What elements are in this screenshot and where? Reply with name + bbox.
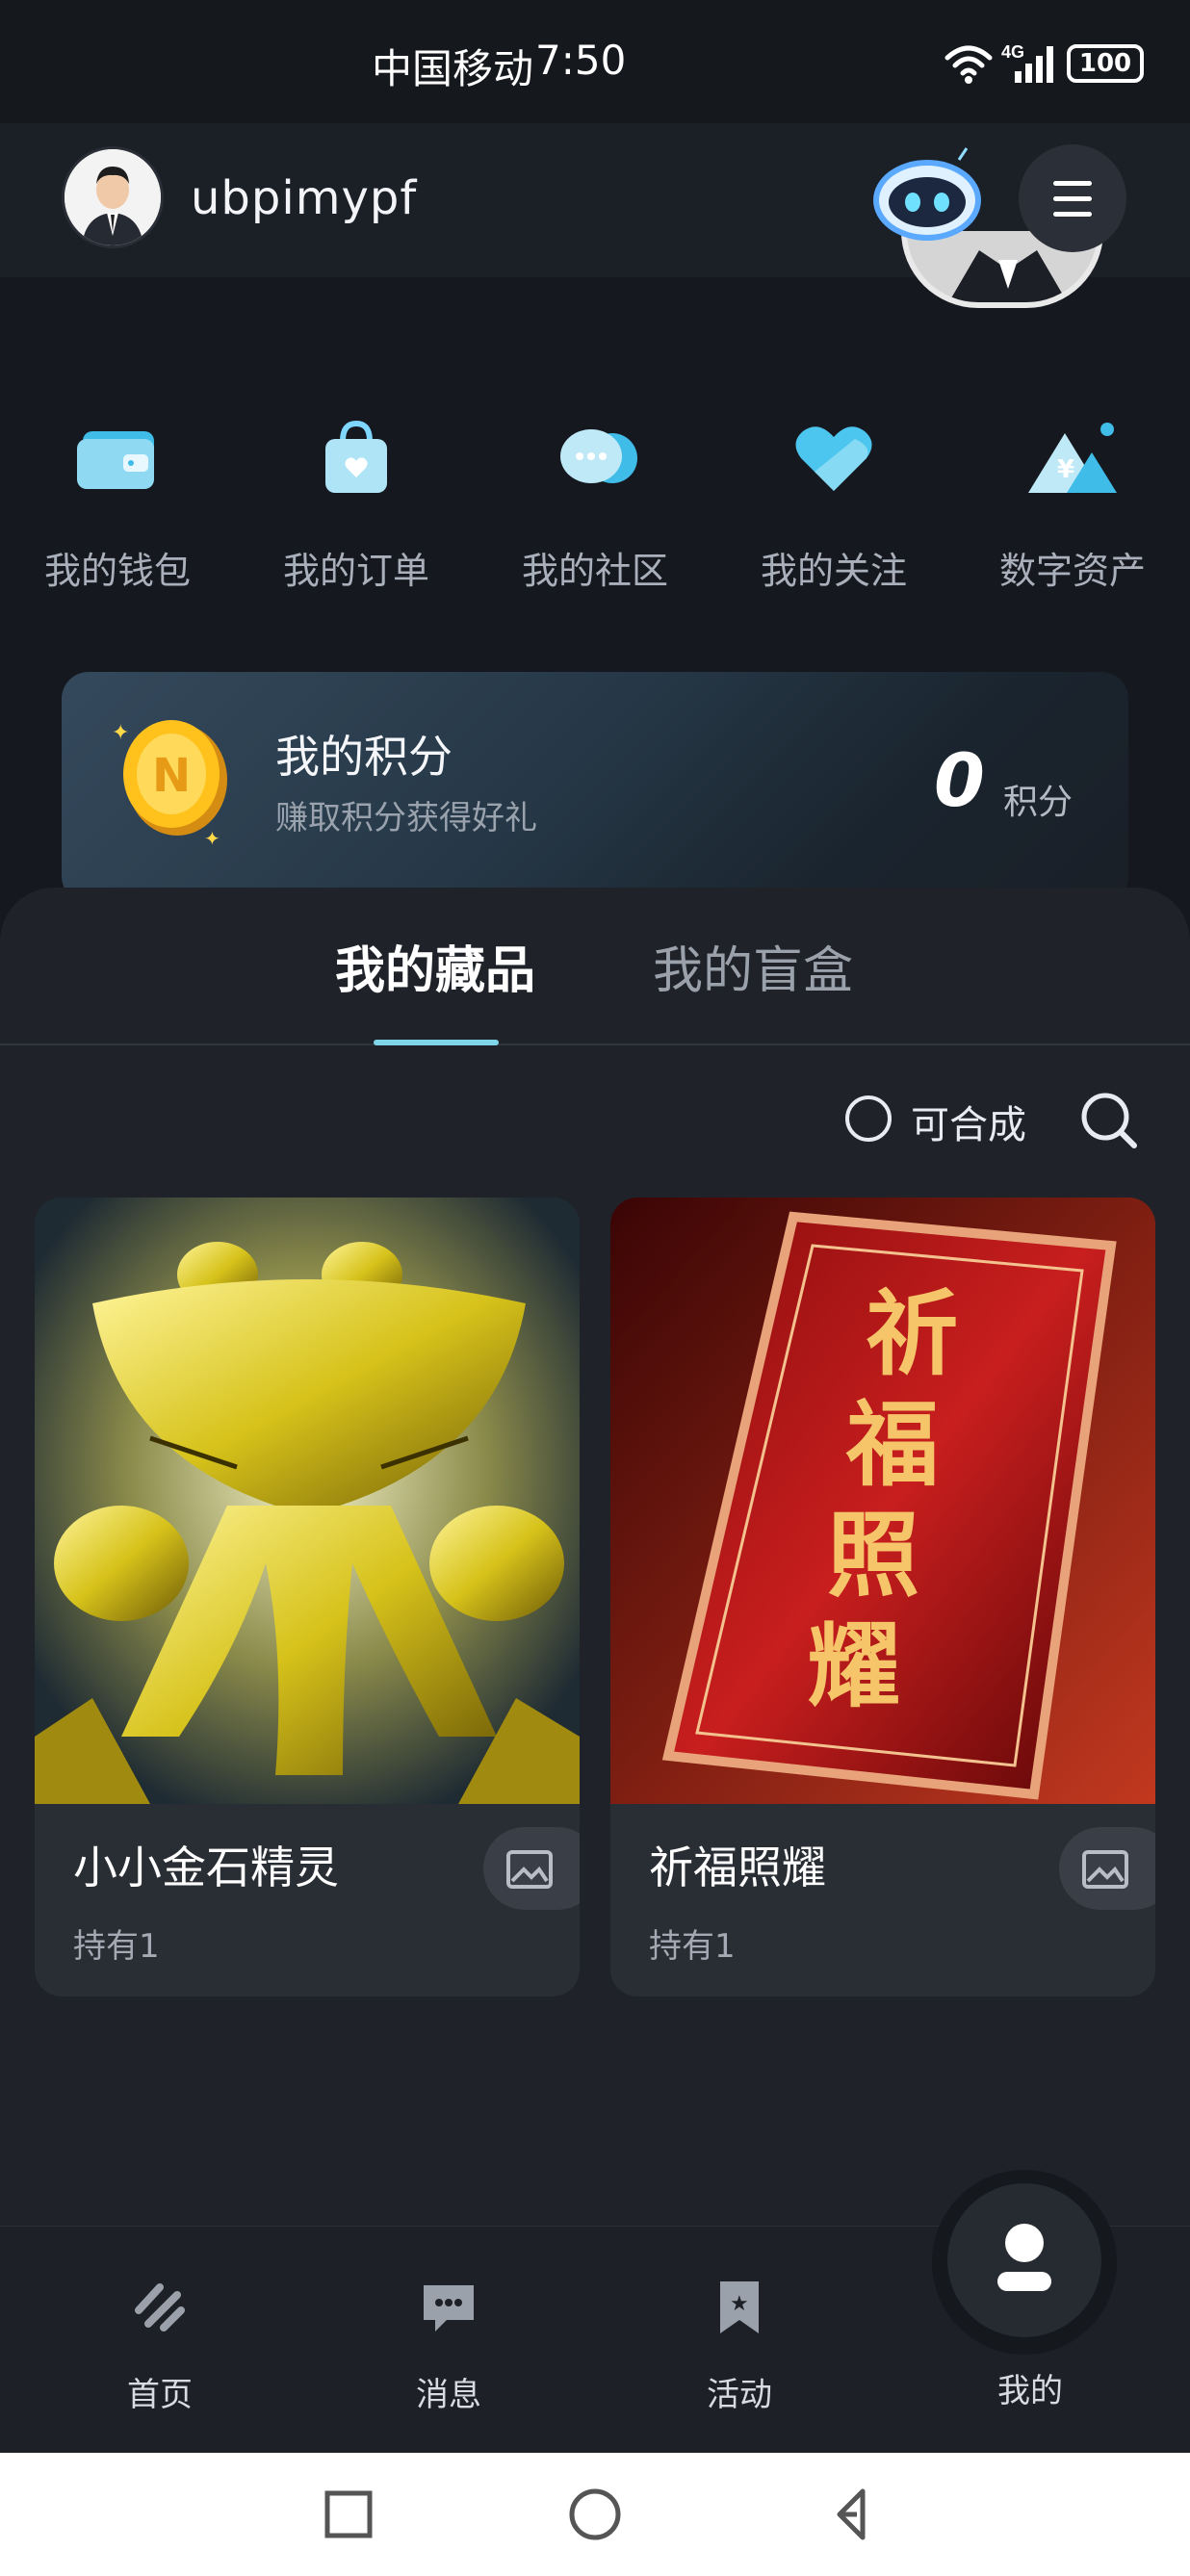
community-chat-icon	[547, 414, 643, 501]
item-hold-count: 持有1	[649, 1927, 736, 1966]
order-bag-icon	[308, 414, 404, 501]
tab-my-blindbox[interactable]: 我的盲盒	[653, 930, 853, 1002]
tab-mine[interactable]: 我的	[934, 2335, 1126, 2411]
combinable-filter-label[interactable]: 可合成	[911, 1094, 1026, 1149]
combinable-filter-radio[interactable]	[845, 1095, 892, 1142]
svg-text:✦: ✦	[204, 827, 220, 845]
svg-text:祈: 祈	[866, 1279, 958, 1388]
item-title: 小小金石精灵	[73, 1842, 339, 1893]
item-image	[35, 1198, 580, 1804]
points-subtitle: 赚取积分获得好礼	[275, 799, 537, 837]
menu-icon	[1053, 181, 1092, 186]
item-title: 祈福照耀	[649, 1842, 826, 1893]
tab-activity[interactable]: ★ 活动	[643, 2278, 836, 2415]
svg-text:¥: ¥	[1057, 455, 1074, 484]
menu-button[interactable]	[1019, 144, 1126, 252]
svg-text:福: 福	[845, 1390, 939, 1499]
quick-nav-wallet[interactable]: 我的钱包	[21, 414, 214, 594]
svg-text:★: ★	[730, 2292, 749, 2316]
profile-icon	[997, 2224, 1051, 2291]
quick-nav-following[interactable]: 我的关注	[737, 414, 930, 594]
svg-text:4G: 4G	[1001, 42, 1024, 62]
svg-text:N: N	[152, 749, 191, 803]
image-icon	[506, 1850, 553, 1889]
quick-nav-digital-assets[interactable]: ¥ 数字资产	[976, 414, 1169, 594]
quick-nav-orders[interactable]: 我的订单	[260, 414, 453, 594]
home-icon	[135, 2283, 185, 2331]
collection-card[interactable]: 祈 福 照 耀 祈福照耀 持有1	[610, 1198, 1155, 1996]
avatar[interactable]	[62, 146, 164, 248]
wallet-icon	[69, 414, 166, 501]
gold-coin-icon: ✦ ✦ N	[112, 720, 227, 845]
view-image-button[interactable]	[1059, 1827, 1155, 1910]
image-icon	[1082, 1850, 1128, 1889]
view-image-button[interactable]	[483, 1827, 580, 1910]
system-navigation-bar	[0, 2453, 1190, 2576]
cellular-signal-icon: 4G	[1001, 42, 1053, 83]
carrier-label: 中国移动	[372, 45, 534, 92]
tab-home[interactable]: 首页	[64, 2278, 256, 2415]
home-system-icon	[569, 2488, 621, 2540]
svg-text:耀: 耀	[808, 1611, 900, 1720]
points-value: 0	[934, 737, 985, 823]
clock: 7:50	[535, 37, 627, 84]
battery-indicator: 100	[1067, 44, 1144, 83]
quick-nav-community[interactable]: 我的社区	[499, 414, 691, 594]
svg-text:照: 照	[827, 1501, 919, 1610]
collection-card[interactable]: 小小金石精灵 持有1	[35, 1198, 580, 1996]
activity-bookmark-icon: ★	[720, 2281, 759, 2333]
profile-tab-button[interactable]	[947, 2183, 1101, 2337]
message-icon	[424, 2285, 474, 2331]
points-title: 我的积分	[275, 731, 453, 783]
tab-divider	[0, 1043, 1190, 1045]
digital-asset-icon: ¥	[1024, 414, 1121, 501]
username: ubpimypf	[191, 171, 418, 225]
active-tab-indicator	[374, 1040, 499, 1045]
back-icon	[837, 2488, 866, 2540]
svg-text:✦: ✦	[112, 721, 129, 745]
tab-my-collection[interactable]: 我的藏品	[335, 930, 535, 1002]
recent-apps-icon	[324, 2490, 373, 2538]
item-image: 祈 福 照 耀	[610, 1198, 1155, 1804]
points-unit: 积分	[1003, 783, 1074, 822]
heart-icon	[786, 414, 882, 501]
search-icon[interactable]	[1078, 1088, 1140, 1149]
tab-messages[interactable]: 消息	[352, 2278, 545, 2415]
robot-assistant-icon[interactable]	[870, 146, 984, 245]
wifi-icon	[944, 45, 993, 84]
item-hold-count: 持有1	[73, 1927, 160, 1966]
